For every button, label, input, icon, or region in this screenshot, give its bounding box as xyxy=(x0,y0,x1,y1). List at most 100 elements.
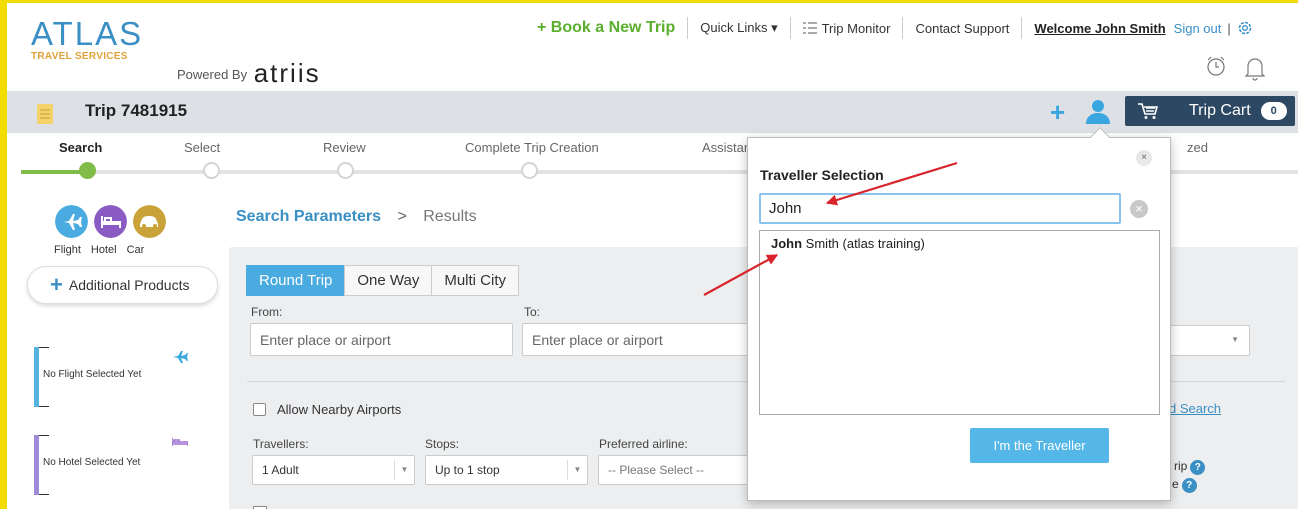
from-label: From: xyxy=(251,305,283,319)
partial-e-label: e xyxy=(1172,477,1179,491)
step-finalized: zed xyxy=(1187,140,1208,155)
im-the-traveller-button[interactable]: I'm the Traveller xyxy=(970,428,1109,463)
breadcrumb-search-parameters[interactable]: Search Parameters xyxy=(236,208,381,225)
to-input[interactable]: Enter place or airport xyxy=(522,323,762,356)
trip-monitor-link[interactable]: Trip Monitor xyxy=(791,21,903,36)
trip-cart-button[interactable]: Trip Cart 0 xyxy=(1125,96,1295,126)
top-nav: + Book a New Trip Quick Links ▾ Trip Mon… xyxy=(537,17,1253,39)
step-dot-complete xyxy=(521,162,538,179)
bell-icon[interactable] xyxy=(1243,55,1267,81)
advanced-search-link[interactable]: d Search xyxy=(1169,401,1221,416)
add-icon[interactable]: + xyxy=(1050,97,1065,128)
breadcrumb: Search Parameters > Results xyxy=(236,208,477,226)
additional-products-label: Additional Products xyxy=(68,277,190,293)
preferred-airline-label: Preferred airline: xyxy=(599,437,688,451)
book-new-trip-link[interactable]: + Book a New Trip xyxy=(537,19,687,37)
travellers-value: 1 Adult xyxy=(262,463,299,477)
hotel-selection-box: No Hotel Selected Yet xyxy=(34,435,204,495)
chevron-down-icon: ▼ xyxy=(1231,335,1239,344)
partial-trip-text: rip? xyxy=(1174,459,1206,475)
travellers-select[interactable]: 1 Adult ▼ xyxy=(252,455,415,485)
flight-selection-box: No Flight Selected Yet xyxy=(34,347,204,407)
atlas-logo[interactable]: ATLAS TRAVEL SERVICES xyxy=(31,17,143,62)
step-dot-review xyxy=(337,162,354,179)
welcome-user-link[interactable]: Welcome John Smith xyxy=(1022,21,1165,36)
tab-one-way[interactable]: One Way xyxy=(344,265,433,296)
top-header: ATLAS TRAVEL SERVICES Powered By atriis … xyxy=(7,3,1298,91)
popup-title: Traveller Selection xyxy=(760,167,884,183)
partial-trip-label: rip xyxy=(1174,459,1188,473)
from-input[interactable]: Enter place or airport xyxy=(250,323,513,356)
help-icon[interactable]: ? xyxy=(1190,460,1206,475)
step-search[interactable]: Search xyxy=(59,140,102,155)
powered-by-brand: atriis xyxy=(253,58,321,88)
product-icons xyxy=(55,205,166,238)
user-icon[interactable] xyxy=(1085,98,1111,124)
cart-count-badge: 0 xyxy=(1260,102,1287,120)
contact-support-link[interactable]: Contact Support xyxy=(903,21,1021,36)
plane-icon xyxy=(173,351,188,363)
gear-icon[interactable] xyxy=(1237,20,1253,36)
logo-title: ATLAS xyxy=(31,15,144,52)
trip-type-tabs: Round Trip One Way Multi City xyxy=(246,265,520,296)
step-complete-trip-creation: Complete Trip Creation xyxy=(465,140,599,155)
step-review: Review xyxy=(323,140,366,155)
plus-icon: + xyxy=(50,272,63,297)
traveller-result-item[interactable]: John Smith (atlas training) xyxy=(760,231,1159,256)
trip-document-icon xyxy=(37,104,53,124)
close-icon[interactable]: × xyxy=(1136,150,1152,166)
tab-round-trip[interactable]: Round Trip xyxy=(246,265,346,296)
result-rest: Smith (atlas training) xyxy=(802,236,925,251)
trip-bar: Trip 7481915 + Trip Cart 0 xyxy=(7,91,1298,133)
trip-cart-label: Trip Cart xyxy=(1189,102,1251,119)
stops-label: Stops: xyxy=(425,437,460,451)
quick-links-menu[interactable]: Quick Links ▾ xyxy=(688,20,789,36)
powered-by: Powered By atriis xyxy=(177,58,321,89)
car-label: Car xyxy=(126,244,145,256)
list-icon xyxy=(802,21,817,34)
traveller-selection-popup: × Traveller Selection John × John Smith … xyxy=(747,127,1171,501)
stops-value: Up to 1 stop xyxy=(435,463,500,477)
step-assistance: Assistar xyxy=(702,140,749,155)
alarm-clock-icon[interactable] xyxy=(1205,55,1227,77)
cart-icon xyxy=(1138,103,1159,119)
traveller-results-list: John Smith (atlas training) xyxy=(759,230,1160,415)
chevron-down-icon: ▼ xyxy=(394,460,414,480)
trip-monitor-label: Trip Monitor xyxy=(821,20,891,36)
hotel-label: Hotel xyxy=(90,244,117,256)
result-match: John xyxy=(771,236,803,251)
preferred-airline-select[interactable]: -- Please Select -- xyxy=(598,455,758,485)
step-dot-search xyxy=(79,162,96,179)
stops-select[interactable]: Up to 1 stop ▼ xyxy=(425,455,588,485)
logo-subtitle: TRAVEL SERVICES xyxy=(31,51,128,62)
step-select: Select xyxy=(184,140,221,155)
flight-selection-text: No Flight Selected Yet xyxy=(43,369,142,380)
trip-title: Trip 7481915 xyxy=(85,101,188,120)
tab-multi-city[interactable]: Multi City xyxy=(431,265,520,296)
product-labels: Flight Hotel Car xyxy=(54,244,144,256)
to-label: To: xyxy=(524,305,541,319)
chevron-down-icon: ▼ xyxy=(567,460,587,480)
hotel-selection-text: No Hotel Selected Yet xyxy=(43,457,141,468)
flight-icon[interactable] xyxy=(55,205,88,238)
partial-e-text: e? xyxy=(1172,477,1197,493)
hotel-icon[interactable] xyxy=(94,205,127,238)
allow-nearby-airports[interactable]: Allow Nearby Airports xyxy=(253,402,401,417)
nav-pipe: | xyxy=(1227,20,1231,36)
help-icon[interactable]: ? xyxy=(1181,478,1197,493)
step-dot-select xyxy=(203,162,220,179)
powered-by-label: Powered By xyxy=(177,67,248,82)
travellers-label: Travellers: xyxy=(253,437,309,451)
traveller-search-input[interactable]: John xyxy=(759,193,1121,224)
sign-out-link[interactable]: Sign out xyxy=(1166,21,1222,36)
bed-icon xyxy=(172,438,188,446)
allow-nearby-label: Allow Nearby Airports xyxy=(277,402,402,417)
allow-nearby-checkbox[interactable] xyxy=(253,403,266,416)
flight-label: Flight xyxy=(54,244,81,256)
additional-products-button[interactable]: + Additional Products xyxy=(27,266,218,304)
app-frame: ATLAS TRAVEL SERVICES Powered By atriis … xyxy=(0,0,1298,509)
breadcrumb-results: Results xyxy=(423,208,477,225)
breadcrumb-separator: > xyxy=(397,208,407,225)
car-icon[interactable] xyxy=(133,205,166,238)
clear-search-icon[interactable]: × xyxy=(1130,200,1148,218)
